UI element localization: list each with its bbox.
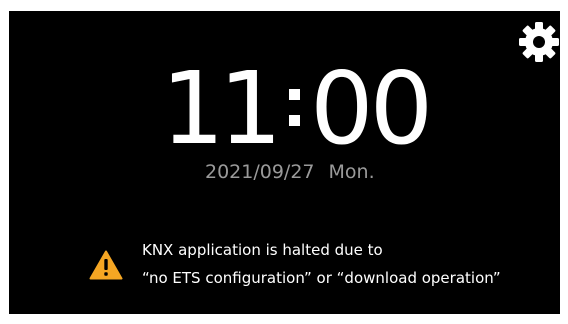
gear-icon <box>519 22 559 62</box>
clock-display: 11 00 <box>161 53 441 165</box>
clock-colon <box>289 83 301 131</box>
colon-dot-bottom <box>289 115 300 126</box>
alert-message: KNX application is halted due to “no ETS… <box>142 236 501 292</box>
settings-button[interactable] <box>518 21 560 63</box>
alert-line-1: KNX application is halted due to <box>142 241 383 259</box>
alert-line-2: “no ETS configuration” or “download oper… <box>142 269 501 287</box>
clock-hours: 11 <box>161 50 282 167</box>
display-screen: 11 00 2021/09/27 Mon. KNX application is … <box>9 11 560 314</box>
warning-icon <box>89 250 123 280</box>
date-line: 2021/09/27 Mon. <box>205 161 375 183</box>
date-text: 2021/09/27 <box>205 161 315 183</box>
clock-minutes: 00 <box>310 50 433 167</box>
colon-dot-top <box>289 89 300 100</box>
weekday-text: Mon. <box>328 161 375 183</box>
